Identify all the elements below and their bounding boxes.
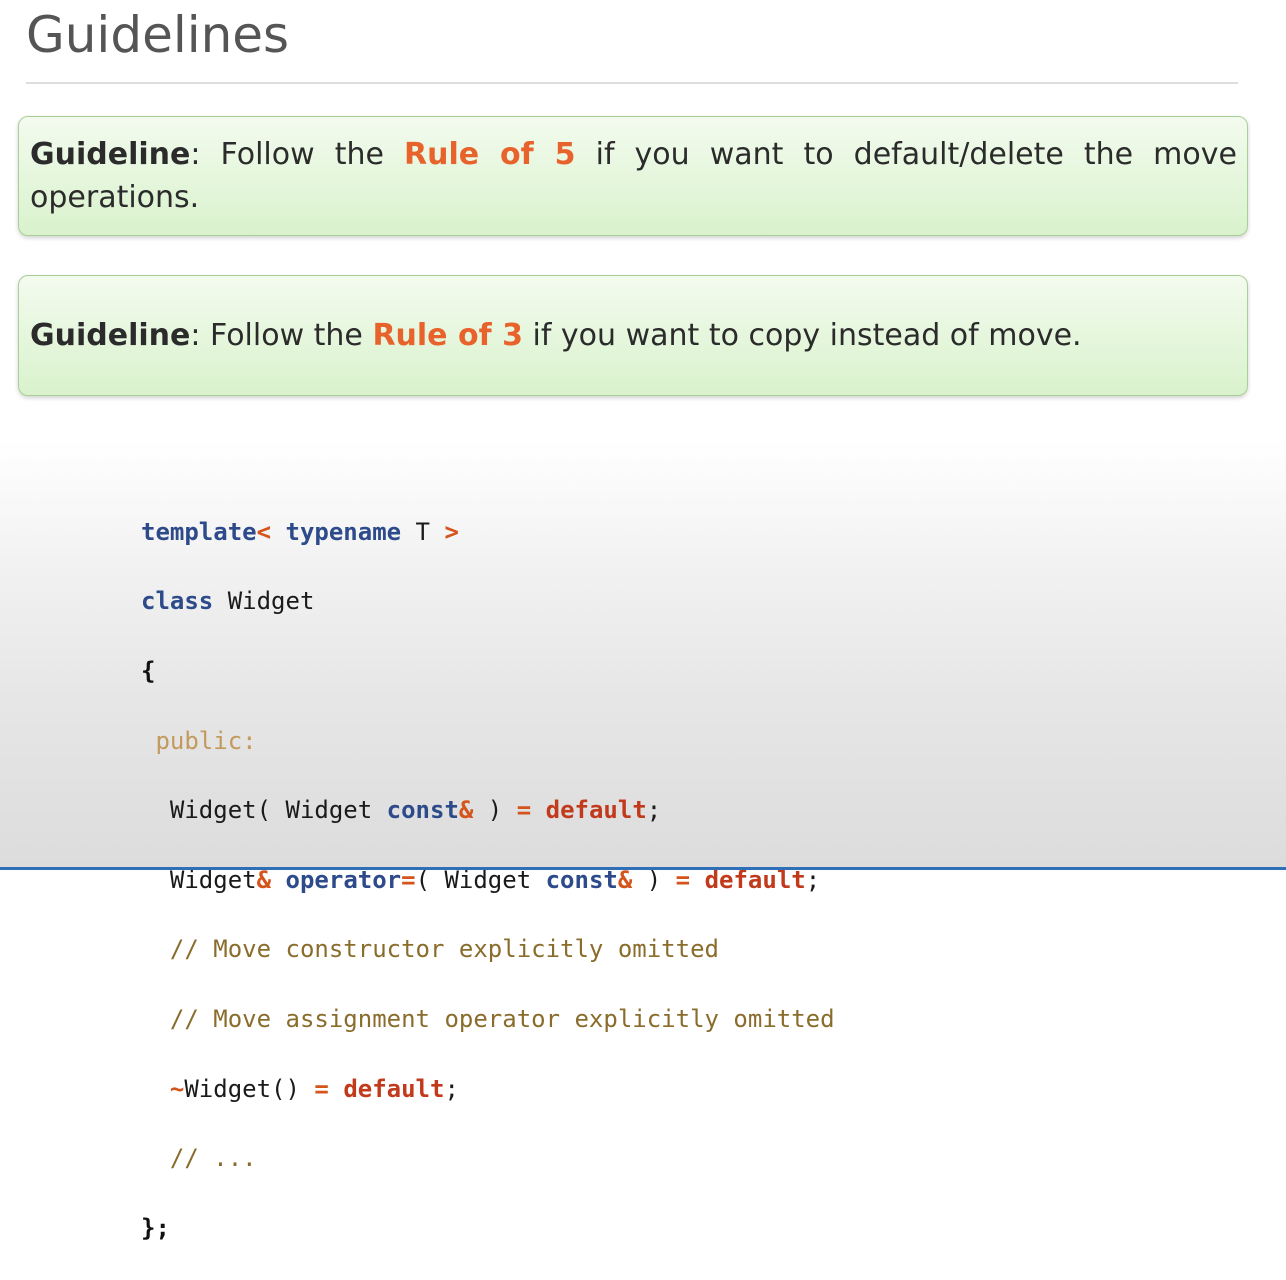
code-access-specifier: public: [155, 726, 257, 755]
code-line-comment-ellipsis: // ... [141, 1141, 835, 1176]
code-semicolon: ; [444, 1074, 459, 1103]
code-line-template: template< typename T > [141, 515, 835, 550]
code-default-keyword: default [545, 796, 647, 825]
guideline-text-after: if you want to copy instead of move. [522, 318, 1082, 353]
code-line-public: public: [141, 724, 835, 759]
code-operator: ~ [169, 1074, 185, 1103]
code-text: ) [473, 796, 517, 825]
guideline-box-rule-of-5: Guideline: Follow the Rule of 5 if you w… [18, 116, 1248, 236]
guideline-label: Guideline [30, 137, 191, 172]
code-line-copy-constructor: Widget( Widget const& ) = default; [141, 793, 835, 828]
code-comment: // ... [169, 1144, 257, 1173]
code-semicolon: ; [646, 796, 662, 825]
code-operator: > [444, 517, 459, 546]
guideline-box-rule-of-3: Guideline: Follow the Rule of 3 if you w… [18, 275, 1248, 396]
guideline-separator: : [190, 318, 211, 353]
code-text: Widget() [184, 1074, 315, 1103]
rule-highlight: Rule of 3 [372, 318, 523, 353]
code-brace: { [141, 656, 156, 685]
code-operator: = [516, 796, 532, 825]
code-default-keyword: default [343, 1074, 445, 1103]
code-operator: = [314, 1074, 329, 1103]
slide-title: Guidelines [26, 6, 290, 64]
code-line-open-brace: { [141, 654, 835, 689]
guideline-content: Guideline: Follow the Rule of 3 if you w… [30, 314, 1082, 357]
code-operator: & [458, 796, 474, 825]
code-line-destructor: ~Widget() = default; [141, 1072, 835, 1107]
code-keyword: class [141, 587, 214, 616]
guideline-text-before: Follow the [220, 137, 404, 172]
guideline-label: Guideline [30, 318, 191, 353]
code-comment: // Move constructor explicitly omitted [169, 935, 719, 964]
rule-highlight: Rule of 5 [403, 137, 576, 172]
code-comment: // Move assignment operator explicitly o… [169, 1004, 835, 1033]
code-line-close-brace: }; [141, 1211, 835, 1246]
guideline-separator: : [190, 137, 221, 172]
code-snippet: template< typename T > class Widget { pu… [141, 480, 835, 1280]
code-line-class: class Widget [141, 584, 835, 619]
code-text: T [401, 517, 445, 546]
code-operator: < [256, 517, 272, 546]
code-brace: }; [141, 1213, 170, 1242]
guideline-text-before: Follow the [210, 318, 373, 353]
code-keyword: typename [285, 517, 402, 546]
code-line-comment-move-assignment: // Move assignment operator explicitly o… [141, 1002, 835, 1037]
code-keyword: template [141, 517, 257, 546]
code-text: Widget( Widget [169, 796, 387, 825]
code-line-comment-move-constructor: // Move constructor explicitly omitted [141, 932, 835, 967]
title-divider [26, 82, 1238, 84]
code-text: Widget [213, 587, 315, 616]
code-keyword: const [386, 796, 459, 825]
